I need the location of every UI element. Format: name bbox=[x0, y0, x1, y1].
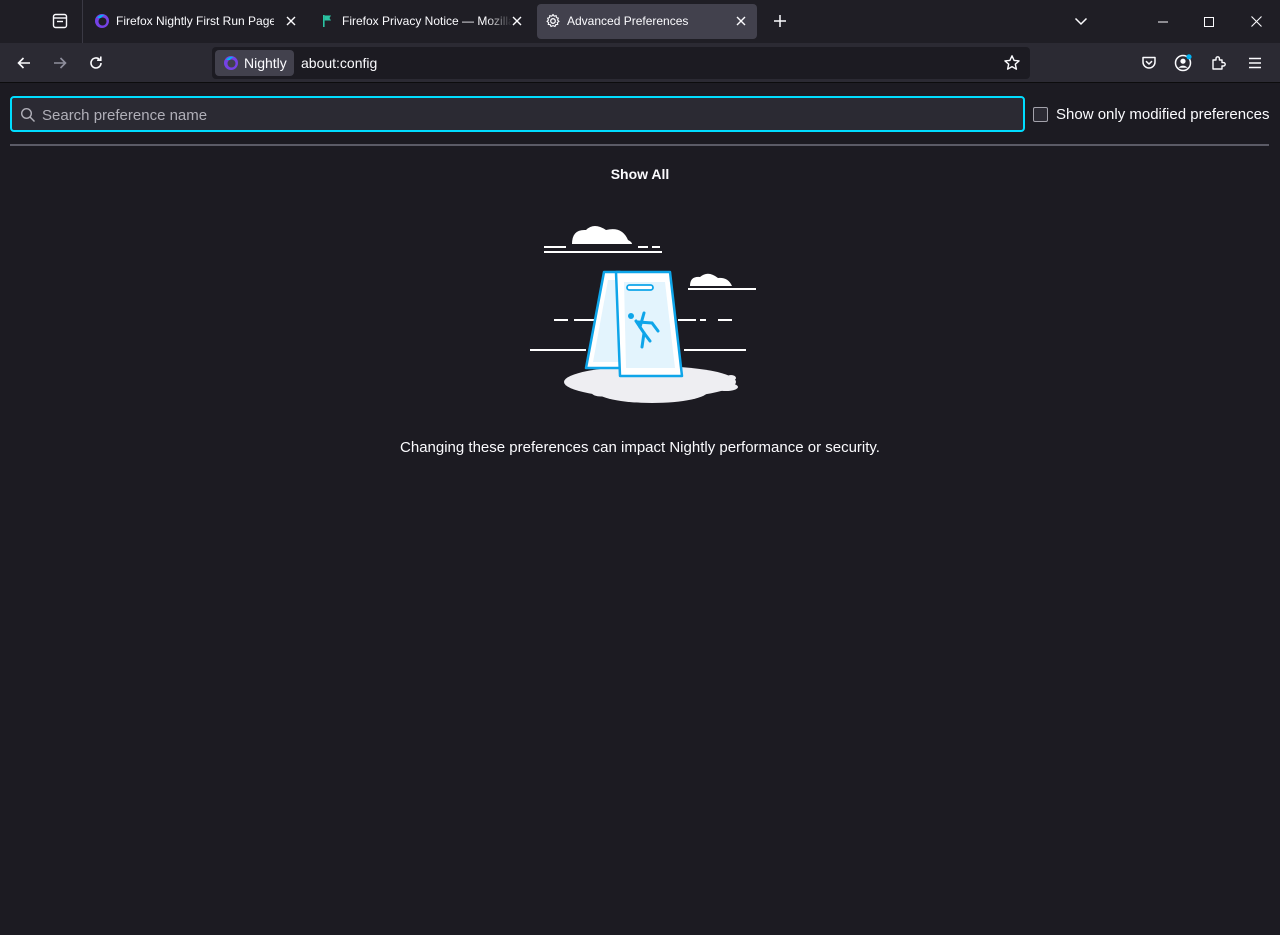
forward-button[interactable] bbox=[44, 47, 76, 79]
maximize-icon bbox=[1204, 16, 1214, 27]
star-icon[interactable] bbox=[1003, 54, 1021, 72]
nightly-logo-icon bbox=[95, 14, 109, 28]
cloud-icon bbox=[544, 226, 662, 253]
arrow-left-icon bbox=[17, 57, 30, 69]
new-tab-button[interactable] bbox=[765, 6, 795, 36]
nightly-logo-icon bbox=[224, 56, 238, 70]
firefox-view-icon bbox=[52, 13, 68, 29]
warning-message: Changing these preferences can impact Ni… bbox=[400, 439, 880, 456]
arrow-right-icon bbox=[54, 57, 67, 69]
tab-nightly-first-run[interactable]: Firefox Nightly First Run Page bbox=[86, 4, 306, 39]
tab-strip: Firefox Nightly First Run Page Firefox P… bbox=[0, 0, 1280, 43]
show-all-button[interactable]: Show All bbox=[0, 166, 1280, 182]
plus-icon bbox=[774, 15, 786, 27]
close-tab-icon[interactable] bbox=[733, 13, 749, 29]
identity-box[interactable]: Nightly bbox=[215, 50, 294, 76]
show-all-label[interactable]: Show All bbox=[611, 166, 670, 182]
browser-window: Firefox Nightly First Run Page Firefox P… bbox=[0, 0, 1280, 935]
tab-separator bbox=[82, 0, 83, 43]
about-config-page: Show only modified preferences Show All bbox=[0, 84, 1280, 935]
pocket-button[interactable] bbox=[1133, 47, 1165, 79]
caution-sign-illustration bbox=[530, 226, 756, 403]
account-icon bbox=[1174, 54, 1192, 72]
tab-title: Firefox Nightly First Run Page bbox=[116, 14, 274, 28]
minimize-icon bbox=[1158, 21, 1168, 22]
app-menu-button[interactable] bbox=[1239, 47, 1271, 79]
url-text[interactable]: about:config bbox=[301, 55, 377, 71]
identity-label: Nightly bbox=[244, 55, 287, 71]
show-modified-label[interactable]: Show only modified preferences bbox=[1056, 106, 1269, 123]
show-modified-checkbox[interactable] bbox=[1033, 107, 1048, 122]
close-tab-icon[interactable] bbox=[509, 13, 525, 29]
maximize-button[interactable] bbox=[1186, 0, 1232, 43]
close-window-button[interactable] bbox=[1232, 0, 1280, 43]
list-all-tabs-button[interactable] bbox=[1066, 6, 1096, 36]
pocket-icon bbox=[1142, 56, 1156, 69]
navigation-toolbar: Nightly about:config bbox=[0, 43, 1280, 83]
account-button[interactable] bbox=[1167, 47, 1199, 79]
tab-advanced-preferences[interactable]: Advanced Preferences bbox=[537, 4, 757, 39]
tab-privacy-notice[interactable]: Firefox Privacy Notice — Mozilla bbox=[312, 4, 532, 39]
reload-button[interactable] bbox=[80, 47, 112, 79]
search-icon bbox=[20, 107, 35, 122]
firefox-view-button[interactable] bbox=[44, 6, 76, 36]
gear-icon bbox=[546, 13, 560, 28]
tab-title: Advanced Preferences bbox=[567, 14, 689, 28]
close-icon bbox=[1250, 16, 1262, 27]
extensions-button[interactable] bbox=[1203, 47, 1235, 79]
tab-title: Firefox Privacy Notice — Mozilla bbox=[342, 14, 512, 28]
search-box[interactable] bbox=[10, 96, 1025, 132]
reload-icon bbox=[90, 56, 102, 69]
mozilla-flag-icon bbox=[323, 15, 331, 27]
close-tab-icon[interactable] bbox=[283, 13, 299, 29]
hamburger-menu-icon bbox=[1249, 57, 1261, 69]
divider bbox=[10, 144, 1269, 146]
cloud-icon bbox=[688, 273, 756, 290]
puzzle-piece-icon bbox=[1212, 56, 1226, 70]
search-input[interactable] bbox=[42, 104, 1002, 126]
minimize-button[interactable] bbox=[1140, 0, 1186, 43]
url-bar[interactable]: Nightly about:config bbox=[212, 47, 1030, 79]
chevron-down-icon bbox=[1074, 17, 1088, 26]
back-button[interactable] bbox=[8, 47, 40, 79]
